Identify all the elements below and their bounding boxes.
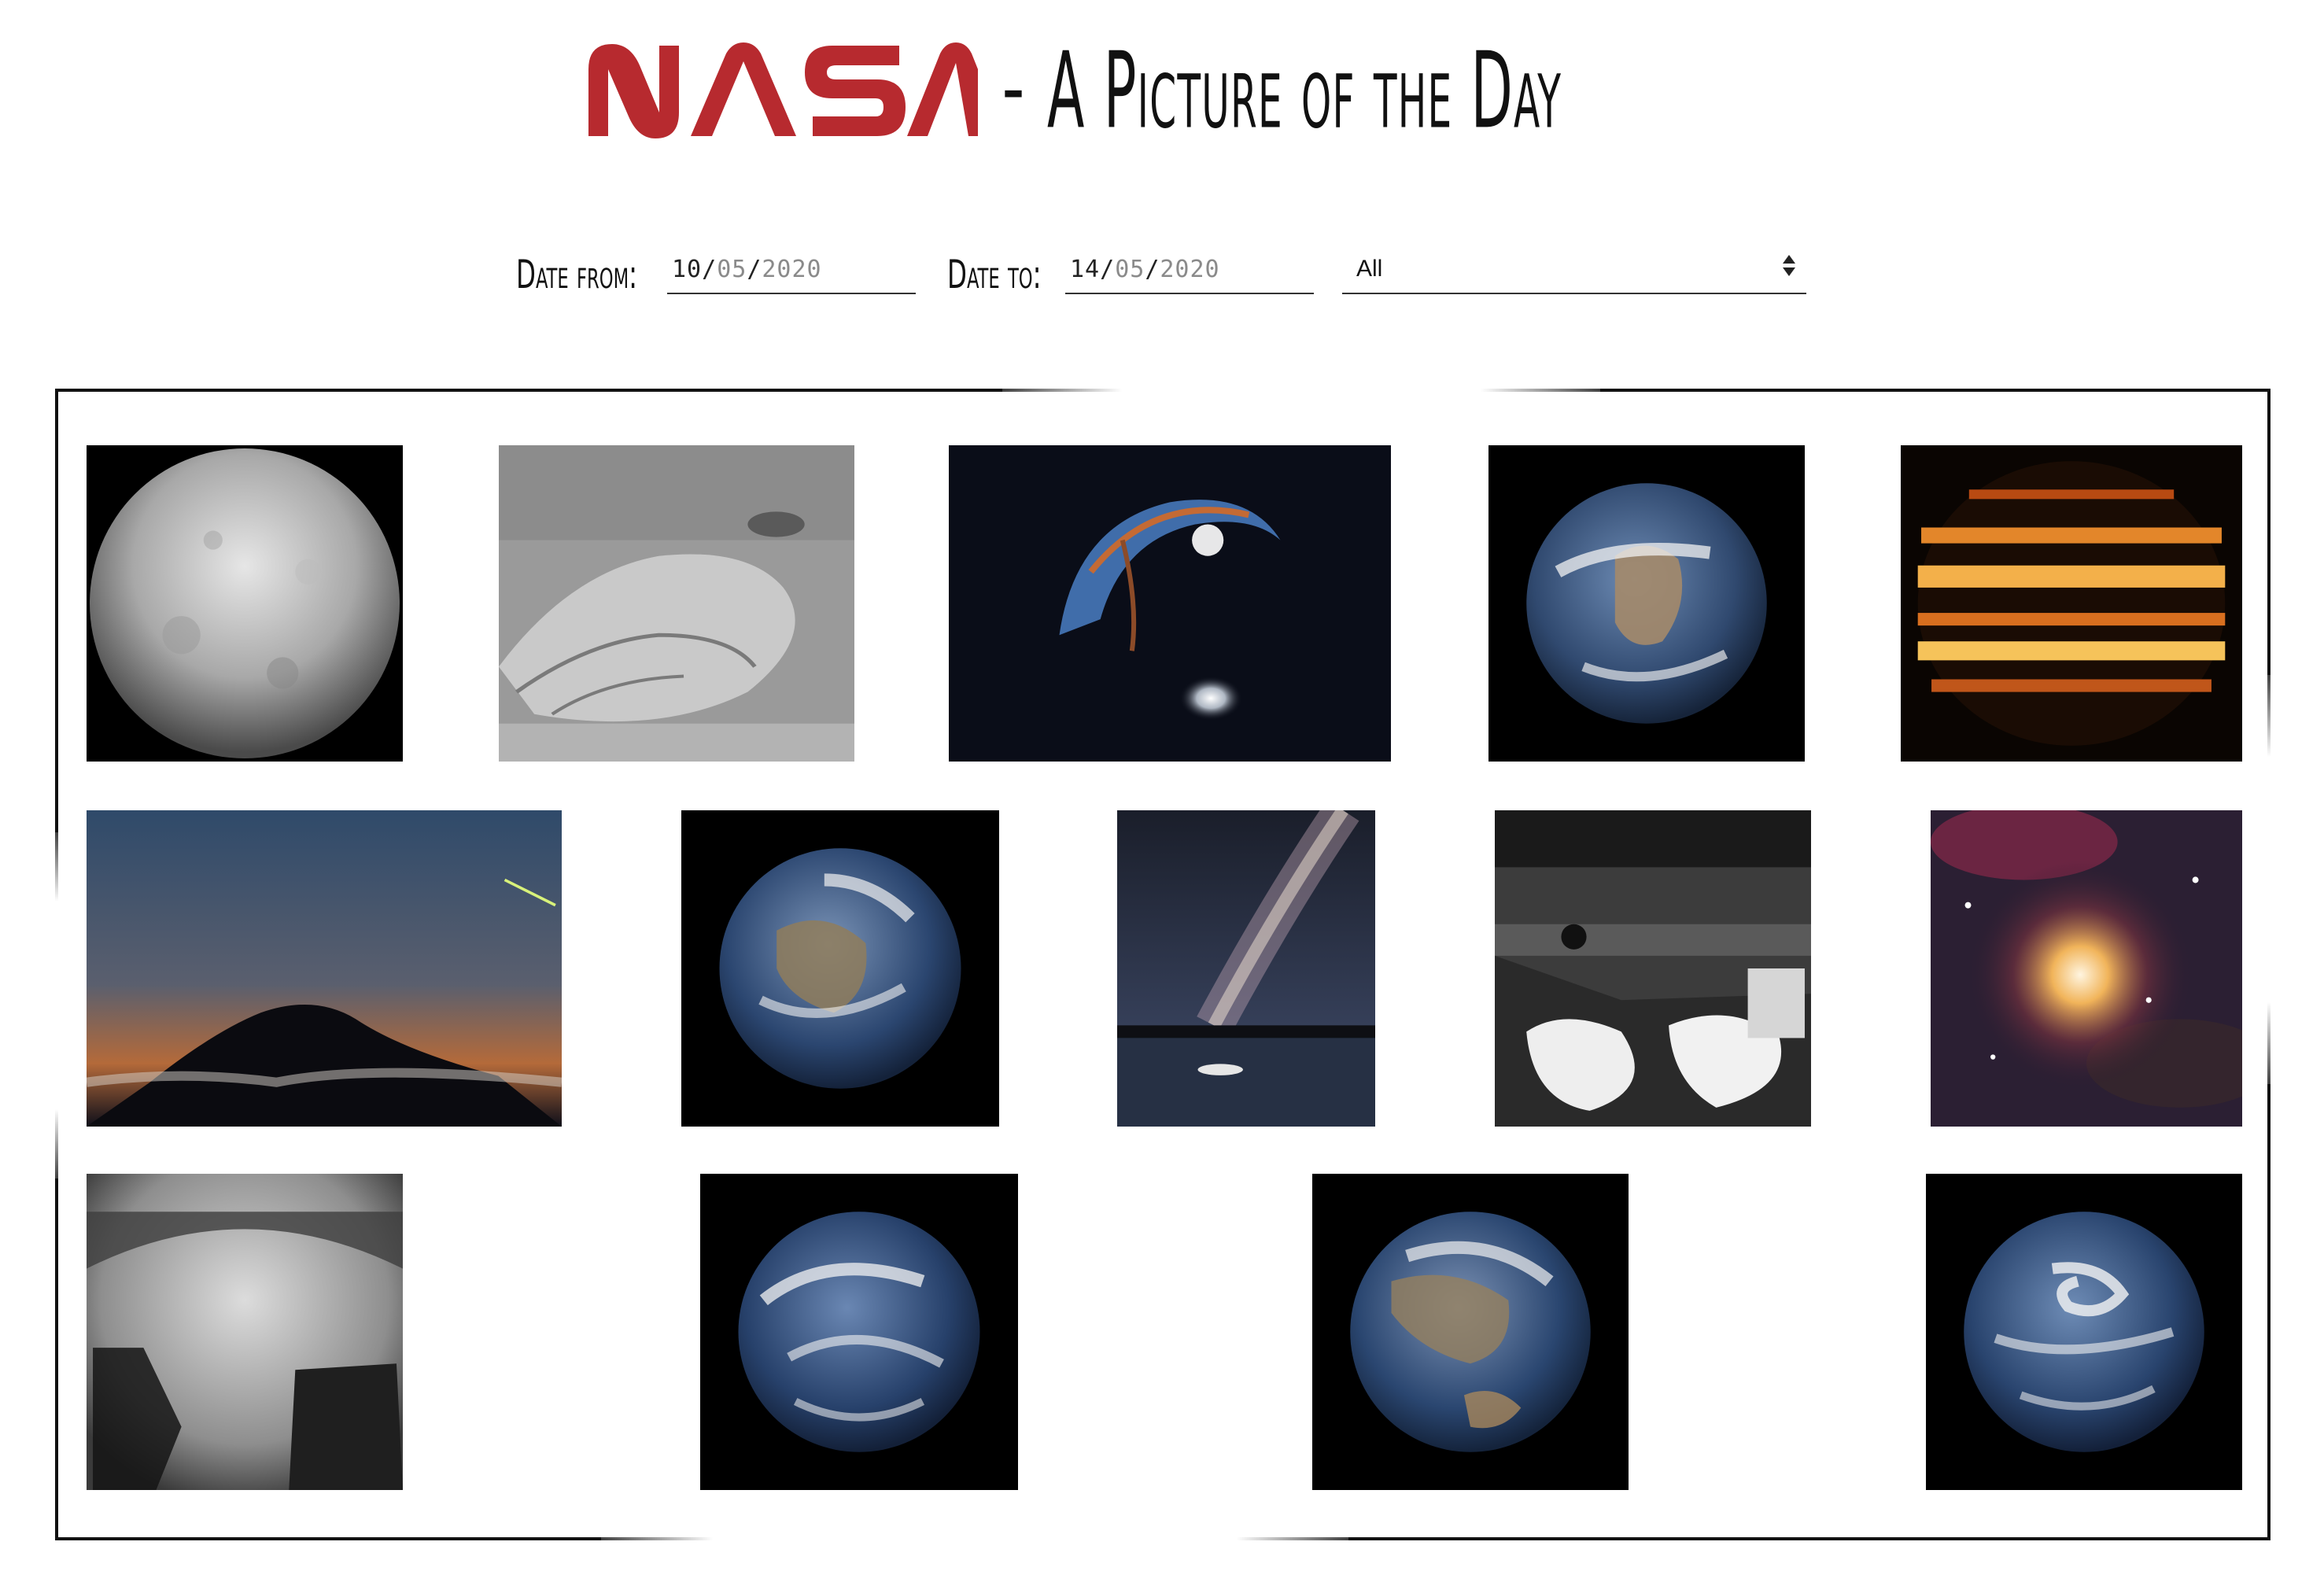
gallery-image[interactable] — [949, 445, 1391, 762]
date-from-year[interactable]: 2020 — [762, 256, 821, 283]
title-separator: - — [1002, 39, 1025, 138]
date-to-input[interactable]: 14/05/2020 — [1065, 245, 1314, 294]
gallery-image[interactable] — [1931, 810, 2242, 1127]
date-to-year[interactable]: 2020 — [1160, 256, 1219, 283]
gallery-image[interactable] — [87, 810, 562, 1127]
meteor-image — [87, 810, 562, 1127]
gallery-image[interactable] — [1926, 1174, 2242, 1490]
gallery-image[interactable] — [87, 1174, 403, 1490]
date-to-month[interactable]: 05 — [1115, 256, 1145, 283]
date-to-label: Date to: — [947, 252, 1042, 297]
gallery-image[interactable] — [1117, 810, 1375, 1127]
moon-image — [87, 445, 403, 762]
rover-shadow-image — [87, 1174, 403, 1490]
galaxy-image — [949, 445, 1391, 762]
date-from-day[interactable]: 10 — [672, 256, 702, 283]
date-to-day[interactable]: 14 — [1070, 256, 1100, 283]
gallery-image[interactable] — [1312, 1174, 1629, 1490]
earth-image — [1926, 1174, 2242, 1490]
jupiter-image — [1901, 445, 2242, 762]
gallery-image[interactable] — [87, 445, 403, 762]
image-gallery — [55, 389, 2271, 1540]
earth-image — [1488, 445, 1805, 762]
date-from-label: Date from: — [516, 252, 638, 297]
media-type-selected: All — [1356, 256, 1383, 282]
page-header: - A Picture of the Day — [0, 30, 2324, 148]
milky-way-image — [1117, 810, 1375, 1127]
gallery-image[interactable] — [681, 810, 999, 1127]
select-arrows-icon — [1783, 255, 1795, 276]
gallery-image[interactable] — [1901, 445, 2242, 762]
earth-image — [1312, 1174, 1629, 1490]
date-from-input[interactable]: 10/05/2020 — [667, 245, 916, 294]
earth-image — [700, 1174, 1018, 1490]
nasa-logo — [588, 42, 979, 138]
filter-bar: Date from: 10/05/2020 Date to: 14/05/202… — [0, 245, 2324, 308]
gallery-image[interactable] — [499, 445, 854, 762]
gallery-image[interactable] — [700, 1174, 1018, 1490]
page-title: A Picture of the Day — [1046, 30, 1562, 153]
gallery-image[interactable] — [1495, 810, 1811, 1127]
gallery-image[interactable] — [1488, 445, 1805, 762]
media-type-select[interactable]: All — [1342, 245, 1806, 294]
date-from-month[interactable]: 05 — [717, 256, 747, 283]
mars-rock-image — [499, 445, 854, 762]
rover-image — [1495, 810, 1811, 1127]
red-star-image — [1931, 810, 2242, 1127]
earth-image — [681, 810, 999, 1127]
